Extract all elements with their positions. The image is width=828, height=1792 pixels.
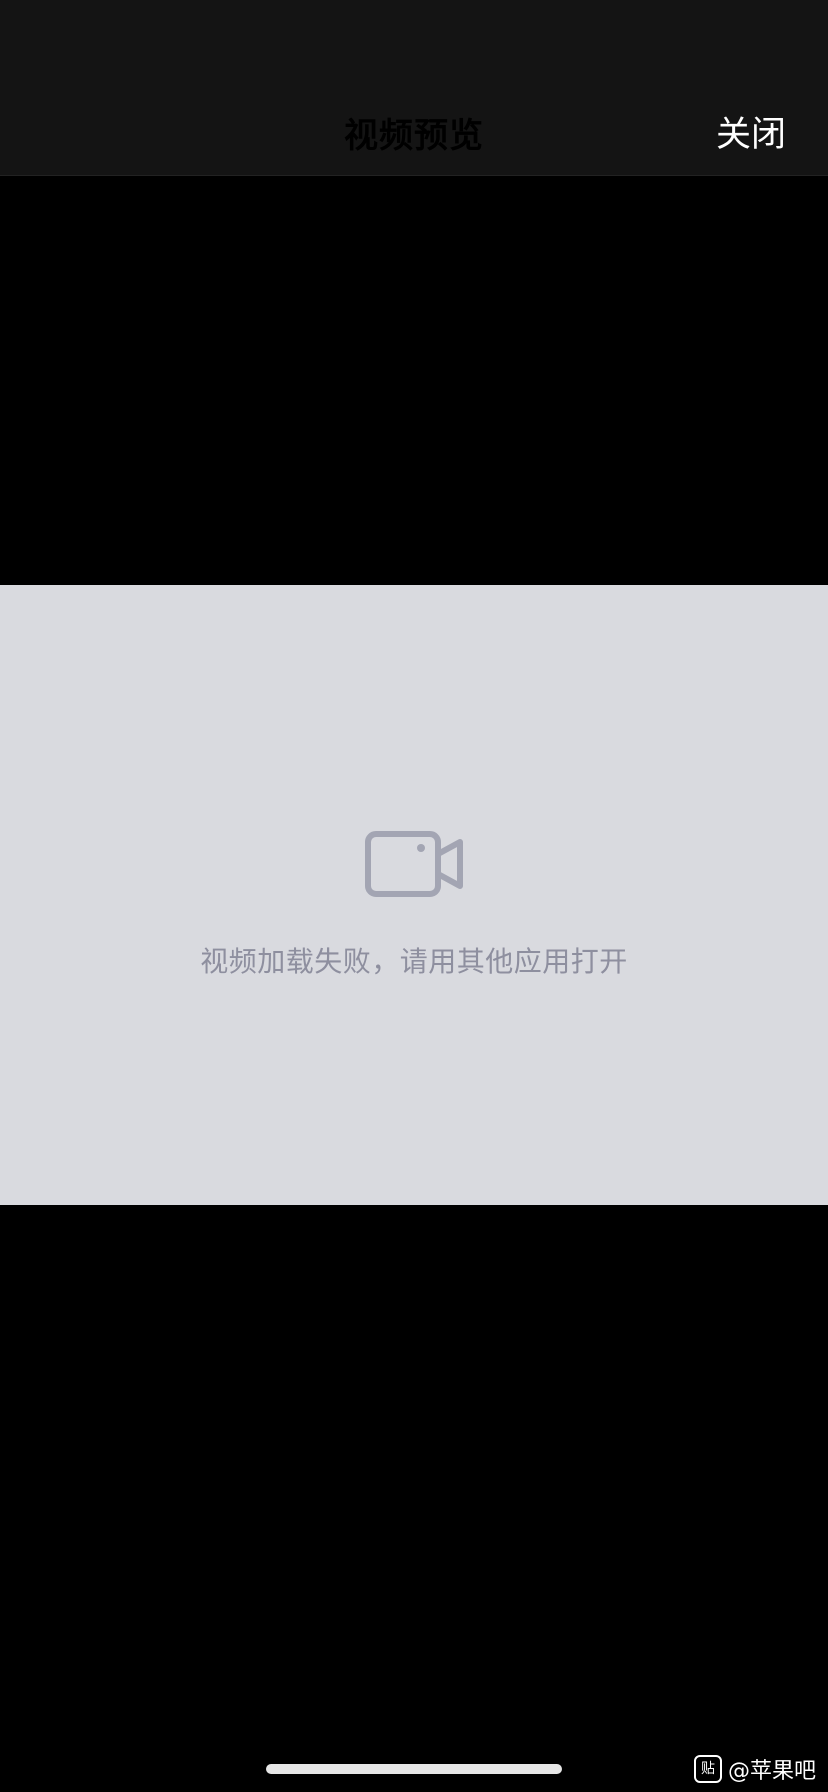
watermark-handle: @苹果吧 — [727, 1759, 816, 1784]
watermark: 贴 @苹果吧 — [693, 1753, 816, 1785]
tieba-logo-icon: 贴 — [693, 1755, 722, 1783]
nav-bar: 视频预览 关闭 — [0, 0, 828, 176]
error-message: 视频加载失败，请用其他应用打开 — [200, 945, 628, 978]
video-camera-icon — [365, 831, 463, 897]
close-button[interactable]: 关闭 — [716, 106, 786, 157]
home-indicator[interactable] — [266, 1764, 562, 1774]
video-preview-screen: 视频预览 关闭 视频加载失败，请用其他应用打开 贴 @苹果吧 — [0, 0, 828, 1792]
page-title: 视频预览 — [344, 116, 484, 156]
